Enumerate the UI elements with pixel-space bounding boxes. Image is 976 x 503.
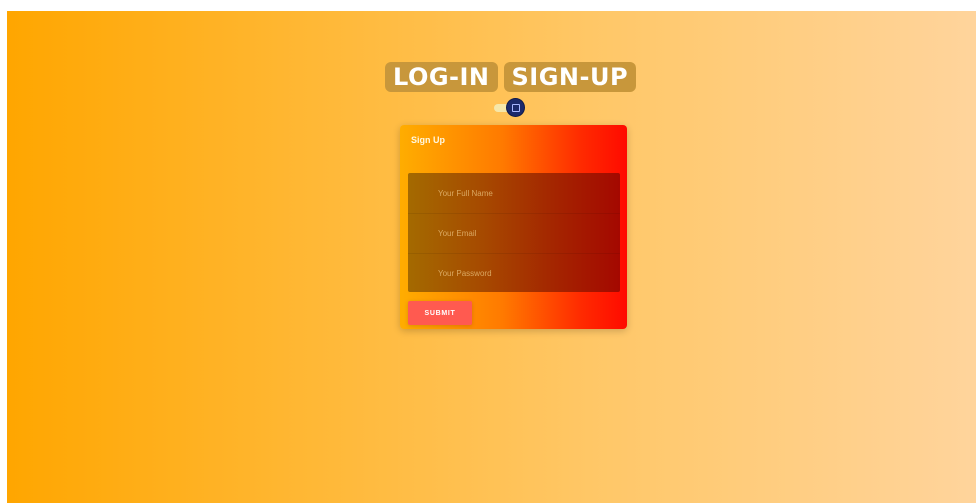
password-input[interactable]: [408, 253, 620, 292]
page-viewport: LOG-IN SIGN-UP Sign Up SUBMIT: [7, 11, 976, 503]
mode-toggle[interactable]: [494, 99, 526, 116]
auth-tabs: LOG-IN SIGN-UP: [385, 62, 637, 92]
signup-fields: [408, 173, 620, 292]
square-icon: [512, 104, 520, 112]
tab-log-in[interactable]: LOG-IN: [385, 62, 498, 92]
toggle-knob[interactable]: [507, 99, 524, 116]
card-title: Sign Up: [411, 135, 445, 145]
submit-button[interactable]: SUBMIT: [408, 301, 472, 325]
full-name-input[interactable]: [408, 173, 620, 213]
email-input[interactable]: [408, 213, 620, 253]
tab-sign-up[interactable]: SIGN-UP: [503, 62, 637, 92]
signup-card: Sign Up SUBMIT: [400, 125, 627, 329]
